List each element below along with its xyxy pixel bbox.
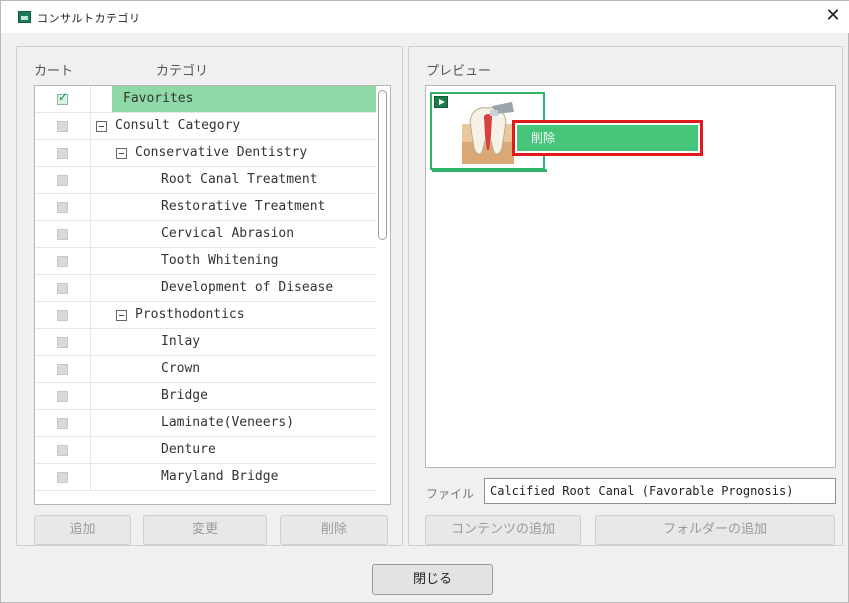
cart-checkbox[interactable] xyxy=(57,229,68,240)
preview-panel: プレビュー 削除 ファイル Calcified Root Canal (Favo… xyxy=(408,46,843,546)
cart-cell xyxy=(35,356,91,383)
cart-column-header: カート xyxy=(34,64,74,79)
cart-checkbox[interactable] xyxy=(57,283,68,294)
cart-cell xyxy=(35,410,91,437)
tree-row-label: Favorites xyxy=(123,91,194,106)
tree-row[interactable]: Development of Disease xyxy=(35,275,376,302)
cart-cell xyxy=(35,194,91,221)
cart-checkbox[interactable] xyxy=(57,364,68,375)
tree-row-label: Tooth Whitening xyxy=(161,253,279,268)
tree-row-label: Cervical Abrasion xyxy=(161,226,295,241)
tree-row[interactable]: Laminate(Veneers) xyxy=(35,410,376,437)
cart-cell xyxy=(35,167,91,194)
cart-checkbox[interactable] xyxy=(57,175,68,186)
cart-checkbox[interactable] xyxy=(57,418,68,429)
context-menu: 削除 xyxy=(512,120,703,156)
collapse-icon[interactable] xyxy=(116,148,127,159)
tree-row-label: Development of Disease xyxy=(161,280,334,295)
cart-cell xyxy=(35,275,91,302)
tree-row[interactable]: Denture xyxy=(35,437,376,464)
tree-row[interactable]: Conservative Dentistry xyxy=(35,140,376,167)
cart-cell xyxy=(35,140,91,167)
tree-row-label: Denture xyxy=(161,442,216,457)
cart-checkbox[interactable] xyxy=(57,337,68,348)
category-tree: Maryland Bridge Denture Laminate(Veneers) B… xyxy=(34,85,391,505)
preview-header: プレビュー xyxy=(426,64,492,79)
cart-checkbox[interactable] xyxy=(57,310,68,321)
play-icon xyxy=(434,96,448,108)
delete-button[interactable]: 削除 xyxy=(280,515,388,545)
file-label: ファイル xyxy=(426,487,475,501)
thumbnail-underline xyxy=(432,169,547,172)
tooth-illustration xyxy=(462,102,514,164)
tree-row[interactable]: Root Canal Treatment xyxy=(35,167,376,194)
cart-cell xyxy=(35,437,91,464)
cart-cell xyxy=(35,221,91,248)
category-panel: カート カテゴリ Maryland Bridge Denture Laminate(… xyxy=(16,46,403,546)
add-folder-button[interactable]: フォルダーの追加 xyxy=(595,515,835,545)
collapse-icon[interactable] xyxy=(116,310,127,321)
tree-row-label: Bridge xyxy=(161,388,208,403)
tree-row[interactable]: Crown xyxy=(35,356,376,383)
tree-row[interactable]: Maryland Bridge xyxy=(35,464,376,491)
context-menu-delete[interactable]: 削除 xyxy=(517,125,698,151)
tree-row-label: Prosthodontics xyxy=(135,307,245,322)
cart-checkbox[interactable] xyxy=(57,90,68,105)
consult-category-dialog: コンサルトカテゴリ ✕ カート カテゴリ Maryland Bridge Dent… xyxy=(0,0,849,603)
app-icon xyxy=(18,11,31,23)
tree-row[interactable]: Cervical Abrasion xyxy=(35,221,376,248)
cart-cell xyxy=(35,248,91,275)
tree-row-label: Conservative Dentistry xyxy=(135,145,308,160)
tree-row-label: Restorative Treatment xyxy=(161,199,326,214)
cart-cell xyxy=(35,329,91,356)
window-title: コンサルトカテゴリ xyxy=(37,12,141,25)
cart-cell xyxy=(35,302,91,329)
tree-scrollbar[interactable] xyxy=(376,86,390,504)
cart-checkbox[interactable] xyxy=(57,148,68,159)
tree-row[interactable]: Inlay xyxy=(35,329,376,356)
tree-row-label: Crown xyxy=(161,361,201,376)
tree-row-label: Consult Category xyxy=(115,118,241,133)
scroll-thumb[interactable] xyxy=(378,90,387,240)
cart-checkbox[interactable] xyxy=(57,391,68,402)
cart-checkbox[interactable] xyxy=(57,445,68,456)
cart-cell xyxy=(35,86,91,113)
cart-checkbox[interactable] xyxy=(57,256,68,267)
tree-row[interactable]: Prosthodontics xyxy=(35,302,376,329)
cart-checkbox[interactable] xyxy=(57,472,68,483)
change-button[interactable]: 変更 xyxy=(143,515,267,545)
cart-cell xyxy=(35,464,91,491)
tree-row[interactable]: Favorites xyxy=(35,86,376,113)
tree-row-label: Root Canal Treatment xyxy=(161,172,318,187)
tree-row-label: Laminate(Veneers) xyxy=(161,415,295,430)
tree-row[interactable]: Consult Category xyxy=(35,113,376,140)
collapse-icon[interactable] xyxy=(96,121,107,132)
add-content-button[interactable]: コンテンツの追加 xyxy=(425,515,581,545)
tree-row[interactable]: Bridge xyxy=(35,383,376,410)
close-button[interactable]: 閉じる xyxy=(372,564,493,595)
category-column-header: カテゴリ xyxy=(156,64,209,79)
tree-row[interactable]: Tooth Whitening xyxy=(35,248,376,275)
cart-cell xyxy=(35,113,91,140)
tree-row-label: Inlay xyxy=(161,334,201,349)
tree-row-label: Maryland Bridge xyxy=(161,469,279,484)
add-button[interactable]: 追加 xyxy=(34,515,131,545)
tree-row[interactable]: Restorative Treatment xyxy=(35,194,376,221)
cart-cell xyxy=(35,383,91,410)
cart-checkbox[interactable] xyxy=(57,121,68,132)
close-icon[interactable]: ✕ xyxy=(822,5,844,27)
preview-area[interactable]: 削除 xyxy=(425,85,836,468)
cart-checkbox[interactable] xyxy=(57,202,68,213)
file-name-field[interactable]: Calcified Root Canal (Favorable Prognosi… xyxy=(484,478,836,504)
title-bar: コンサルトカテゴリ ✕ xyxy=(1,1,849,33)
